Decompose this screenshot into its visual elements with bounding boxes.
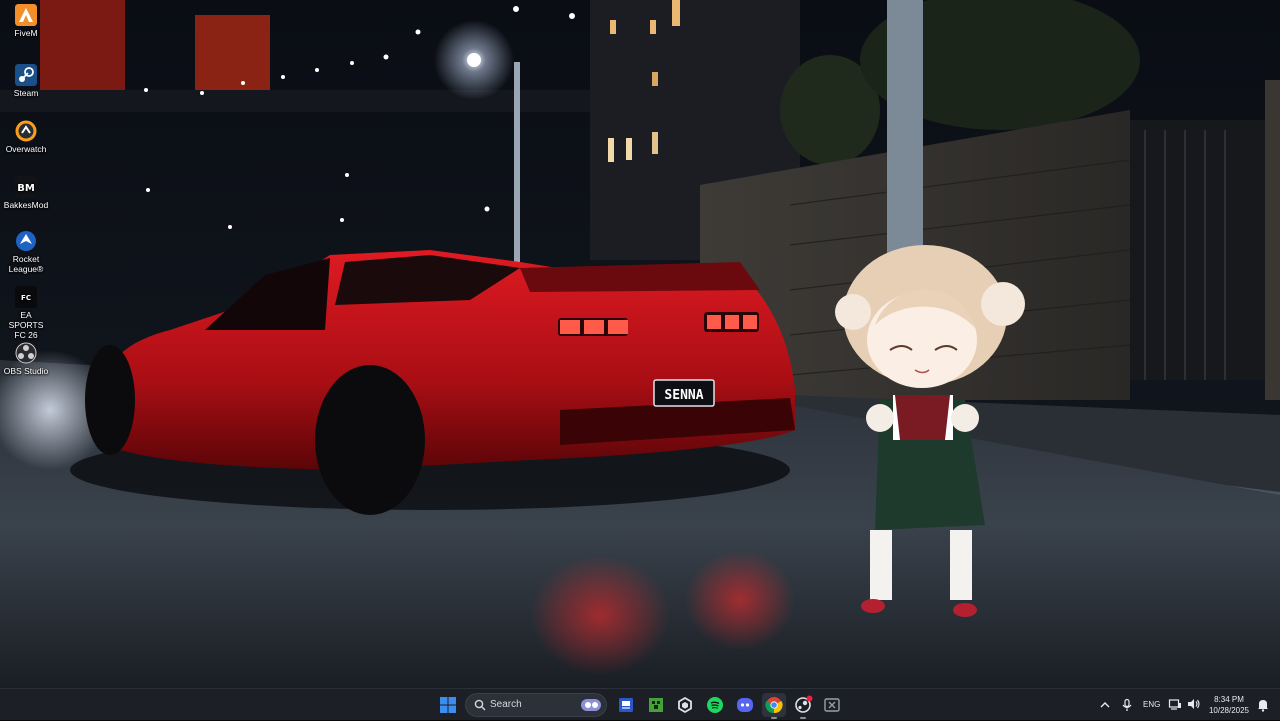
clock-time: 8:34 PM [1214, 695, 1244, 704]
taskbar-chrome[interactable] [762, 693, 786, 719]
desktop-icon-label: EA SPORTS FC 26 [8, 310, 44, 340]
clock[interactable]: 8:34 PM 10/28/2025 [1204, 694, 1254, 716]
clock-date: 10/28/2025 [1208, 706, 1250, 715]
fivem-icon [15, 4, 37, 26]
desktop-icon-steam[interactable]: Steam [2, 64, 50, 98]
taskbar-minecraft[interactable] [644, 693, 668, 717]
obs-studio-icon [15, 342, 37, 364]
windows-start-icon [440, 697, 456, 713]
desktop-wallpaper: SENNA [0, 0, 1280, 688]
desktop-icon-label: FiveM [14, 28, 38, 38]
spotify-icon [707, 697, 723, 713]
wallpaper-scene: SENNA [0, 0, 1280, 688]
minecraft-icon [649, 698, 663, 712]
bakkesmod-icon: BM [15, 176, 37, 198]
svg-text:FC: FC [21, 294, 31, 302]
network-icon [1168, 699, 1181, 710]
show-hidden-icons-button[interactable] [1098, 697, 1112, 711]
discord-icon [737, 698, 753, 712]
rocket-league-icon [16, 231, 36, 251]
taskbar-discord[interactable] [733, 693, 757, 717]
desktop-icon-label: BakkesMod [3, 200, 49, 210]
xbox-app-icon [824, 698, 840, 712]
notification-bell-icon [1258, 700, 1268, 712]
volume-icon [1188, 699, 1200, 709]
quick-settings-button[interactable] [1168, 697, 1202, 711]
desktop-icon-rocket-league[interactable]: Rocket League® [2, 230, 50, 274]
taskbar-spotify[interactable] [703, 693, 727, 717]
overwatch-icon [15, 120, 37, 142]
taskbar-hexagon-app[interactable] [673, 693, 697, 717]
desktop-icon-label: Steam [13, 88, 39, 98]
steam-icon [15, 64, 37, 86]
chevron-up-icon [1100, 702, 1110, 708]
language-indicator[interactable]: ENG [1143, 700, 1160, 709]
desktop-icon-bakkesmod[interactable]: BM BakkesMod [2, 176, 50, 210]
search-icon [474, 699, 486, 711]
hexagon-app-icon [678, 696, 692, 714]
desktop-icon-obs-studio[interactable]: OBS Studio [2, 342, 50, 376]
desktop-icon-label: OBS Studio [3, 366, 49, 376]
taskbar-game-app[interactable] [820, 693, 844, 717]
search-label: Search [490, 699, 522, 710]
desktop-icon-label: Overwatch [5, 144, 47, 154]
desktop-icon-label: Rocket League® [8, 254, 44, 274]
taskbar: Search ENG 8:34 PM 10/28/2025 [0, 688, 1280, 720]
desktop-icon-ea-sports-fc[interactable]: FC EA SPORTS FC 26 [2, 286, 50, 340]
taskbar-search[interactable]: Search [465, 693, 607, 717]
microphone-icon [1122, 698, 1132, 711]
search-highlight-icon [581, 699, 601, 711]
ea-sports-fc-icon: FC [15, 286, 37, 308]
license-plate-text: SENNA [664, 388, 703, 403]
desktop-icon-overwatch[interactable]: Overwatch [2, 120, 50, 154]
taskbar-steam[interactable] [791, 693, 815, 719]
microphone-button[interactable] [1120, 697, 1134, 711]
notifications-button[interactable] [1256, 697, 1270, 712]
start-button[interactable] [436, 693, 460, 717]
desktop-icon-fivem[interactable]: FiveM [2, 4, 50, 38]
chrome-icon [765, 697, 783, 714]
steam-notification-icon [795, 695, 813, 713]
taskbar-file-explorer[interactable] [614, 693, 638, 717]
folder-icon [619, 698, 633, 712]
svg-text:BM: BM [17, 183, 35, 194]
